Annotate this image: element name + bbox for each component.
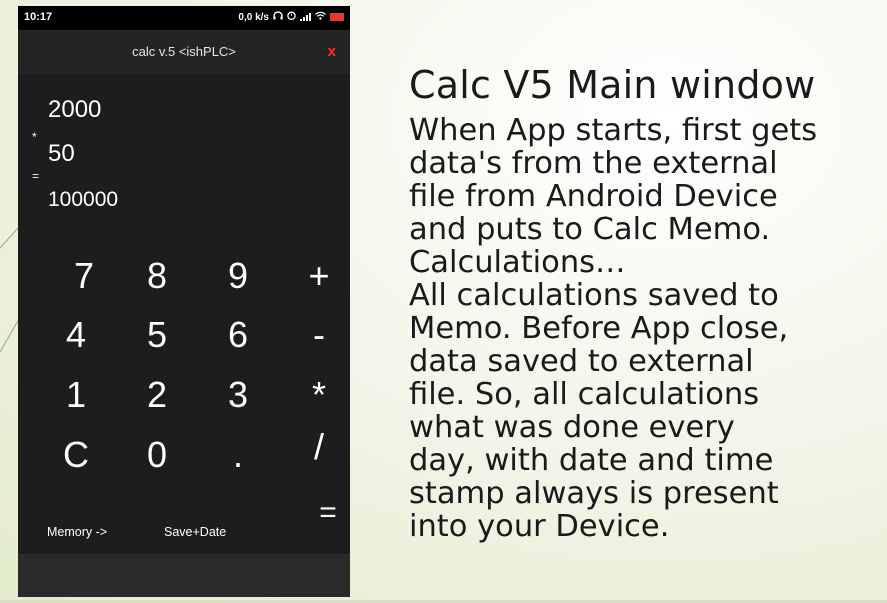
key-1[interactable]: 1 [46, 372, 106, 418]
body-line: and puts to Calc Memo. [409, 212, 771, 247]
body-line: When App starts, first gets [409, 113, 818, 148]
key-0[interactable]: 0 [127, 432, 187, 478]
body-line: into your Device. [409, 509, 670, 544]
body-line: Memo. Before App close, [409, 311, 789, 346]
navigation-bar [18, 554, 350, 597]
body-line: day, with date and time [409, 443, 774, 478]
body-line: data saved to external [409, 344, 754, 379]
key-4[interactable]: 4 [46, 312, 106, 358]
key-divide[interactable]: / [289, 424, 349, 470]
key-9[interactable]: 9 [208, 253, 268, 299]
keypad: 7 8 9 + 4 5 6 - 1 2 3 * C 0 . / = Memory… [18, 6, 350, 597]
key-minus[interactable]: - [289, 312, 349, 358]
key-clear[interactable]: C [46, 432, 106, 478]
key-8[interactable]: 8 [127, 253, 187, 299]
key-7[interactable]: 7 [54, 253, 114, 299]
memory-button[interactable]: Memory -> [47, 525, 107, 539]
save-date-button[interactable]: Save+Date [164, 525, 226, 539]
body-line: file from Android Device [409, 179, 778, 214]
slide-title: Calc V5 Main window [409, 63, 816, 107]
key-5[interactable]: 5 [127, 312, 187, 358]
body-line: file. So, all calculations [409, 377, 760, 412]
key-plus[interactable]: + [289, 253, 349, 299]
key-6[interactable]: 6 [208, 312, 268, 358]
key-decimal[interactable]: . [208, 432, 268, 478]
key-3[interactable]: 3 [208, 372, 268, 418]
slide-text: Calc V5 Main window When App starts, fir… [409, 64, 879, 543]
slide-body: When App starts, first gets data's from … [409, 114, 879, 543]
key-2[interactable]: 2 [127, 372, 187, 418]
body-line: stamp always is present [409, 476, 779, 511]
key-multiply[interactable]: * [289, 372, 349, 418]
body-line: All calculations saved to [409, 278, 779, 313]
body-line: Calculations… [409, 245, 626, 280]
body-line: what was done every [409, 410, 735, 445]
body-line: data's from the external [409, 146, 778, 181]
key-equals[interactable]: = [298, 490, 350, 536]
phone-screenshot: 10:17 0,0 k/s calc v.5 <ishPLC> x 2000 *… [18, 6, 350, 597]
